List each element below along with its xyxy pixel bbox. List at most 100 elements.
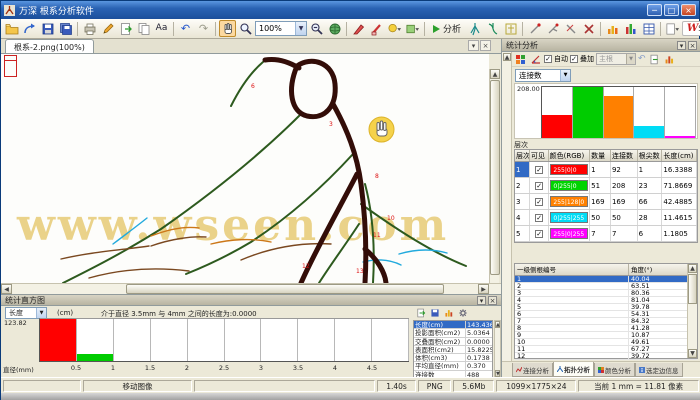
settings-gear-icon[interactable] (457, 307, 469, 319)
tab-connection-analysis[interactable]: 连接分析 (512, 363, 553, 377)
angle-table-row[interactable]: 140.04 (515, 276, 697, 283)
erase-pen-icon[interactable] (368, 20, 385, 37)
refresh-icon[interactable]: ↶ (638, 54, 646, 65)
edit-pencil-icon[interactable] (99, 20, 116, 37)
maximize-button[interactable]: □ (664, 4, 679, 16)
angle-table-row[interactable]: 1049.61 (515, 339, 697, 346)
undo-icon[interactable]: ↶ (177, 20, 194, 37)
shape-dropdown-icon[interactable] (404, 20, 421, 37)
scroll-down-icon[interactable]: ▼ (495, 370, 500, 377)
canvas-vertical-scrollbar[interactable]: ▲ ▼ (489, 69, 499, 298)
open-icon[interactable] (3, 20, 20, 37)
scroll-up-icon[interactable]: ▲ (490, 69, 500, 79)
angle-table-scrollbar[interactable]: ▲ ▼ (687, 264, 697, 358)
angle-table-row[interactable]: 1167.27 (515, 346, 697, 353)
analysis-metric-combobox[interactable]: 连接数 ▼ (515, 69, 571, 82)
scroll-up-icon[interactable]: ▲ (495, 321, 500, 328)
export-stats-icon[interactable] (415, 307, 427, 319)
angle-table-row[interactable]: 481.04 (515, 297, 697, 304)
zoom-out-icon[interactable] (308, 20, 325, 37)
angle-table-row[interactable]: 784.32 (515, 318, 697, 325)
chart-icon[interactable] (604, 20, 621, 37)
visible-checkbox[interactable]: ✓ (535, 198, 543, 206)
angle-table-row[interactable]: 910.87 (515, 332, 697, 339)
scroll-up-icon[interactable]: ▲ (503, 53, 511, 61)
report-dropdown-icon[interactable] (664, 20, 681, 37)
level-table-row[interactable]: 3 ✓ 255|128|0 169 169 66 42.4885 (515, 194, 697, 210)
minimize-button[interactable]: ─ (647, 4, 662, 16)
canvas-horizontal-scrollbar[interactable]: ◀ ▶ (1, 283, 501, 294)
tab-topology-analysis[interactable]: 拓扑分析 (553, 362, 594, 377)
analyze-button[interactable]: 分析 (428, 20, 465, 37)
panel-close-icon[interactable]: × (688, 41, 697, 50)
redo-icon[interactable]: ↷ (195, 20, 212, 37)
zoom-tool-icon[interactable] (237, 20, 254, 37)
save-icon[interactable] (39, 20, 56, 37)
delete-tool-icon[interactable] (580, 20, 597, 37)
draw-branch-tool-icon[interactable] (544, 20, 561, 37)
level-table-row[interactable]: 1 ✓ 255|0|0 1 92 1 16.3388 (515, 162, 697, 178)
chevron-down-icon[interactable]: ▼ (36, 308, 46, 318)
mark-pen-icon[interactable] (350, 20, 367, 37)
stats-row[interactable]: 体积(cm3)0.1738 (414, 354, 492, 362)
visible-checkbox[interactable]: ✓ (535, 166, 543, 174)
level-table-row[interactable]: 4 ✓ 0|255|255 50 50 28 11.4615 (515, 210, 697, 226)
tab-scroll-icon[interactable]: ▾ (468, 40, 479, 51)
angle-table-row[interactable]: 841.28 (515, 325, 697, 332)
overlay-checkbox[interactable]: ✓ (570, 55, 578, 63)
text-tool-icon[interactable]: Aa (153, 20, 170, 37)
preview-icon[interactable] (326, 20, 343, 37)
stats-row[interactable]: 平均直径(mm)0.370 (414, 362, 492, 370)
table-icon[interactable] (640, 20, 657, 37)
import-icon[interactable] (21, 20, 38, 37)
panel-scrollbar[interactable]: ▲ ▼ (502, 52, 512, 377)
angle-measure-icon[interactable] (529, 53, 542, 66)
angle-table-row[interactable]: 380.36 (515, 290, 697, 297)
visible-checkbox[interactable]: ✓ (535, 214, 543, 222)
angle-table-row[interactable]: 263.51 (515, 283, 697, 290)
image-canvas[interactable]: www.wseen.com (1, 54, 489, 283)
stats-row[interactable]: 投影面积(cm2)5.0364 (414, 329, 492, 337)
navigator-box[interactable] (4, 55, 17, 77)
tab-selected-edge-info[interactable]: 选定边信息 (635, 363, 683, 377)
stats-row[interactable]: 交叠面积(cm2)0.0000 (414, 338, 492, 346)
stats-row[interactable]: 表面积(cm2)15.8225 (414, 346, 492, 354)
print-icon[interactable] (81, 20, 98, 37)
scroll-down-icon[interactable]: ▼ (688, 349, 697, 358)
zoom-level-combobox[interactable]: 100% ▼ (255, 21, 307, 36)
stats-row[interactable]: 长度(cm)143.436 (414, 321, 492, 329)
level-table-row[interactable]: 5 ✓ 255|0|255 7 7 6 1.1805 (515, 226, 697, 242)
scroll-up-icon[interactable]: ▲ (688, 264, 697, 273)
hand-tool-icon[interactable] (219, 20, 236, 37)
root-trace-icon[interactable] (484, 20, 501, 37)
export-icon[interactable] (117, 20, 134, 37)
stats-scrollbar[interactable]: ▲ ▼ (494, 320, 501, 378)
auto-checkbox[interactable]: ✓ (544, 55, 552, 63)
panel-close-icon[interactable]: × (488, 296, 497, 305)
draw-root-tool-icon[interactable] (526, 20, 543, 37)
root-type-combobox[interactable]: 主根 ▼ (596, 53, 636, 65)
angle-table-row[interactable]: 654.31 (515, 311, 697, 318)
scroll-right-icon[interactable]: ▶ (478, 284, 489, 294)
chevron-down-icon[interactable]: ▼ (560, 70, 570, 81)
pin-icon[interactable]: ▾ (477, 296, 486, 305)
chart-view-icon[interactable] (663, 53, 676, 66)
scroll-left-icon[interactable]: ◀ (1, 284, 12, 294)
layer-color-icon[interactable] (514, 53, 527, 66)
visible-checkbox[interactable]: ✓ (535, 230, 543, 238)
export-report-icon[interactable] (648, 53, 661, 66)
horizontal-scroll-thumb[interactable] (126, 284, 444, 294)
angle-table-row[interactable]: 539.78 (515, 304, 697, 311)
seedling-icon[interactable] (502, 20, 519, 37)
histogram-icon[interactable] (622, 20, 639, 37)
close-button[interactable]: × (681, 4, 696, 16)
tab-color-analysis[interactable]: 颜色分析 (594, 363, 635, 377)
save-all-icon[interactable] (57, 20, 74, 37)
copy-icon[interactable] (135, 20, 152, 37)
pin-icon[interactable]: ▾ (677, 41, 686, 50)
chevron-down-icon[interactable]: ▼ (295, 22, 306, 35)
document-tab[interactable]: 根系-2.png(100%) (5, 39, 94, 53)
root-extract-icon[interactable] (466, 20, 483, 37)
scroll-thumb[interactable] (688, 274, 697, 304)
vertical-scroll-thumb[interactable] (490, 80, 500, 275)
